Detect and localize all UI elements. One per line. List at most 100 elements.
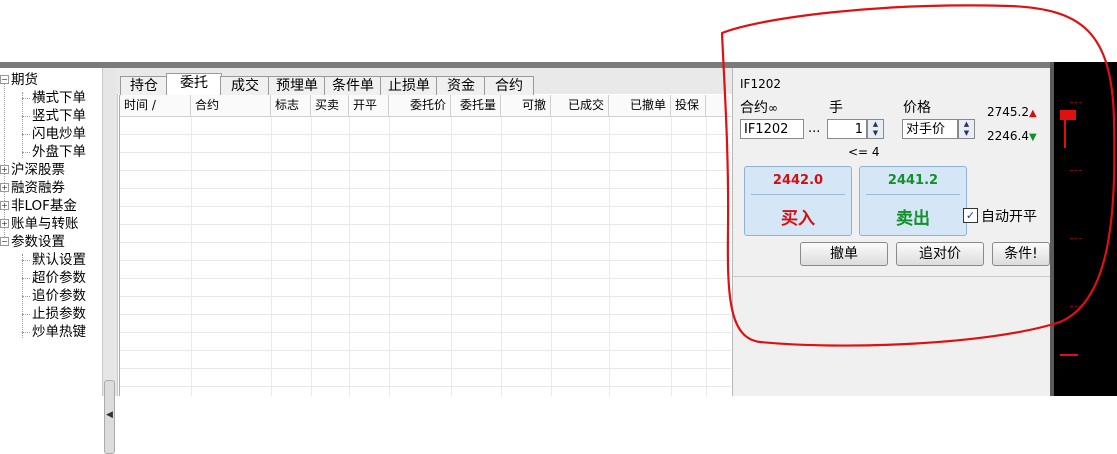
contract-input[interactable]: IF1202 (740, 119, 804, 139)
tab-stoploss-orders[interactable]: 止损单 (380, 76, 438, 95)
link-icon[interactable]: ∞ (768, 101, 778, 115)
max-lots-hint: <= 4 (848, 145, 880, 159)
tab-funds[interactable]: 资金 (436, 76, 486, 95)
grid-line (349, 117, 350, 396)
tree-item-margin[interactable]: + 融资融券 (0, 179, 65, 197)
arrow-up-icon: ▲ (1029, 108, 1037, 119)
arrow-down-icon: ▼ (1029, 132, 1037, 143)
tree-item-flash-order[interactable]: 闪电炒单 (32, 125, 86, 143)
table-header: 时间 / 合约 标志 买卖 开平 委托价 委托量 可撤 已成交 已撤单 投保 (120, 95, 731, 117)
tree-item-hotkeys[interactable]: 炒单热键 (32, 323, 86, 341)
splitter-collapse-handle[interactable]: ◀ (104, 380, 115, 454)
tab-positions[interactable]: 持仓 (120, 76, 168, 95)
tree-item-chase-params[interactable]: 追价参数 (32, 287, 86, 305)
expand-icon[interactable]: + (0, 219, 9, 228)
tab-trades[interactable]: 成交 (220, 76, 270, 95)
tree-item-label: 闪电炒单 (32, 126, 86, 142)
price-type-select[interactable]: 对手价 (902, 119, 958, 139)
upper-limit-price: 2745.2▲ (987, 105, 1037, 119)
price-line-marker (1060, 354, 1078, 356)
column-header-filled[interactable]: 已成交 (551, 95, 609, 116)
tree-item-stocks[interactable]: + 沪深股票 (0, 161, 65, 179)
column-header-canceled[interactable]: 已撤单 (609, 95, 671, 116)
tab-conditional-orders[interactable]: 条件单 (324, 76, 382, 95)
lots-input[interactable]: 1 (827, 119, 867, 139)
grid-dash (1070, 102, 1082, 103)
orders-table[interactable]: 时间 / 合约 标志 买卖 开平 委托价 委托量 可撤 已成交 已撤单 投保 (119, 95, 731, 396)
sell-label: 卖出 (896, 209, 930, 229)
tree-item-settings[interactable]: − 参数设置 (0, 233, 65, 251)
column-header-time[interactable]: 时间 / (120, 95, 191, 116)
tab-contracts[interactable]: 合约 (484, 76, 534, 95)
column-header-flag[interactable]: 标志 (271, 95, 311, 116)
tree-item-futures[interactable]: − 期货 (0, 71, 38, 89)
tree-guide-line (22, 92, 23, 158)
tree-branch (22, 260, 30, 261)
tab-orders[interactable]: 委托 (166, 73, 222, 95)
contract-label: 合约∞ (740, 97, 778, 117)
tree-item-vertical-order[interactable]: 竖式下单 (32, 107, 86, 125)
grid-line (191, 117, 192, 396)
tree-item-label: 横式下单 (32, 90, 86, 106)
tree-item-label: 止损参数 (32, 306, 86, 322)
buy-price: 2442.0 (772, 173, 824, 188)
tree-item-horizontal-order[interactable]: 横式下单 (32, 89, 86, 107)
cancel-order-button[interactable]: 撤单 (800, 242, 888, 266)
spin-up-icon[interactable]: ▲ (959, 120, 974, 129)
chase-price-button[interactable]: 追对价 (896, 242, 984, 266)
collapse-icon[interactable]: − (0, 237, 9, 246)
buy-divider (751, 194, 845, 195)
collapse-icon[interactable]: − (0, 75, 9, 84)
buy-button[interactable]: 2442.0 买入 (744, 166, 852, 236)
tree-item-label: 非LOF基金 (11, 198, 77, 214)
contract-browse-button[interactable]: ... (808, 121, 820, 136)
column-header-hedge[interactable]: 投保 (671, 95, 706, 116)
tab-preset-orders[interactable]: 预埋单 (268, 76, 326, 95)
column-header-order-qty[interactable]: 委托量 (451, 95, 501, 116)
column-header-contract[interactable]: 合约 (191, 95, 271, 116)
buy-label: 买入 (781, 209, 815, 229)
tree-item-overprice-params[interactable]: 超价参数 (32, 269, 86, 287)
grid-dash (1070, 170, 1082, 171)
tree-branch (22, 296, 30, 297)
conditional-order-button[interactable]: 条件! (992, 242, 1050, 266)
tree-item-fund[interactable]: + 非LOF基金 (0, 197, 77, 215)
panel-divider (733, 276, 1051, 277)
symbol-title: IF1202 (740, 77, 781, 91)
tree-item-stoploss-params[interactable]: 止损参数 (32, 305, 86, 323)
column-header-cancelable[interactable]: 可撤 (501, 95, 551, 116)
spin-down-icon[interactable]: ▼ (959, 129, 974, 138)
tree-branch (22, 116, 30, 117)
expand-icon[interactable]: + (0, 201, 9, 210)
order-panel: IF1202 合约∞ 手 价格 IF1202 ... 1 ▲ ▼ 对手价 ▲ ▼… (732, 68, 1051, 396)
tree-item-label: 账单与转账 (11, 216, 79, 232)
tree-item-label: 追价参数 (32, 288, 86, 304)
lots-label: 手 (829, 100, 843, 116)
contract-label-text: 合约 (740, 100, 768, 116)
expand-icon[interactable]: + (0, 165, 9, 174)
grid-line (501, 117, 502, 396)
tree-item-bill-transfer[interactable]: + 账单与转账 (0, 215, 79, 233)
grid-line (609, 117, 610, 396)
auto-open-close-checkbox[interactable]: ✓ (963, 208, 978, 223)
tree-branch (22, 332, 30, 333)
column-header-open-close[interactable]: 开平 (349, 95, 389, 116)
sell-button[interactable]: 2441.2 卖出 (859, 166, 967, 236)
column-header-side[interactable]: 买卖 (311, 95, 349, 116)
spin-down-icon[interactable]: ▼ (868, 129, 883, 138)
lots-stepper[interactable]: ▲ ▼ (867, 119, 884, 139)
price-stepper[interactable]: ▲ ▼ (958, 119, 975, 139)
expand-icon[interactable]: + (0, 183, 9, 192)
auto-open-close-label: 自动开平 (981, 209, 1037, 225)
panel-splitter[interactable]: ◀ (102, 68, 118, 454)
chevron-left-icon: ◀ (106, 410, 113, 420)
strip-edge (1050, 62, 1054, 396)
spin-up-icon[interactable]: ▲ (868, 120, 883, 129)
column-header-order-price[interactable]: 委托价 (389, 95, 451, 116)
sell-divider (866, 194, 960, 195)
tree-item-foreign-order[interactable]: 外盘下单 (32, 143, 86, 161)
tree-item-default-settings[interactable]: 默认设置 (32, 251, 86, 269)
grid-line (311, 117, 312, 396)
tree-item-label: 沪深股票 (11, 162, 65, 178)
price-candle-marker (1060, 110, 1076, 120)
